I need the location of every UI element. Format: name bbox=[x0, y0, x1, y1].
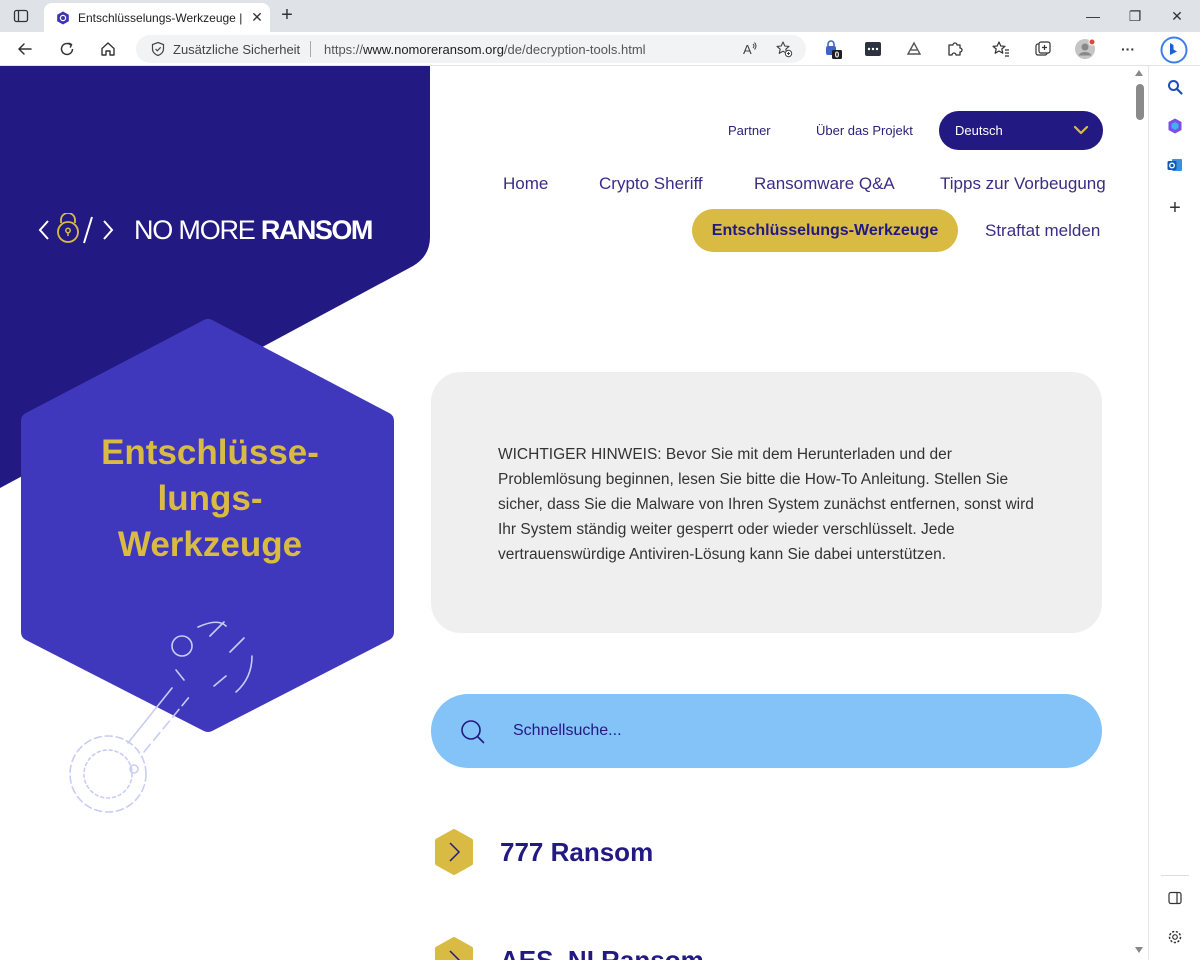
scroll-thumb[interactable] bbox=[1136, 84, 1144, 120]
page-scrollbar[interactable] bbox=[1132, 66, 1148, 960]
sidebar-hide-button[interactable] bbox=[1164, 887, 1186, 909]
search-icon bbox=[461, 720, 485, 744]
extension-terminal-icon bbox=[865, 42, 881, 56]
page-title-line-3: Werkzeuge bbox=[117, 525, 303, 564]
important-notice-box: WICHTIGER HINWEIS: Bevor Sie mit dem Her… bbox=[431, 372, 1102, 633]
sidebar-add-button[interactable]: + bbox=[1164, 197, 1186, 219]
reload-icon bbox=[60, 42, 74, 56]
sidebar-divider bbox=[1161, 875, 1189, 876]
site-logo[interactable]: NO MORE RANSOM bbox=[38, 212, 374, 248]
outlook-icon bbox=[1167, 159, 1182, 171]
extensions-button[interactable] bbox=[944, 38, 966, 60]
language-select-value: Deutsch bbox=[955, 123, 1003, 138]
extension-button-2[interactable] bbox=[862, 38, 884, 60]
chevron-down-icon bbox=[1073, 125, 1089, 135]
site-logo-text: NO MORE RANSOM bbox=[134, 214, 374, 246]
tab-close-button[interactable]: ✕ bbox=[248, 8, 266, 26]
extension-button-1[interactable]: 0 bbox=[822, 38, 844, 60]
nomoreransom-favicon bbox=[57, 11, 69, 25]
back-button[interactable] bbox=[13, 37, 37, 61]
sidebar-office-button[interactable] bbox=[1164, 115, 1186, 137]
quick-search-box[interactable] bbox=[431, 694, 1102, 768]
quick-search-input[interactable] bbox=[513, 716, 1073, 746]
chevron-right-icon bbox=[435, 937, 473, 960]
nav-ransomware-qa-link[interactable]: Ransomware Q&A bbox=[754, 174, 895, 194]
extension-lock-icon: 0 bbox=[826, 40, 842, 60]
url-path: /de/decryption-tools.html bbox=[503, 42, 646, 57]
tab-actions-icon bbox=[13, 9, 29, 23]
window-close-button[interactable]: ✕ bbox=[1162, 4, 1192, 28]
tool-name[interactable]: 777 Ransom bbox=[500, 837, 653, 868]
window-restore-button[interactable]: ❐ bbox=[1120, 4, 1150, 28]
office-icon bbox=[1168, 118, 1182, 134]
settings-more-button[interactable]: ··· bbox=[1117, 38, 1139, 60]
favorites-icon bbox=[992, 41, 1009, 57]
bing-copilot-icon bbox=[1160, 36, 1188, 64]
extension-badge-count: 0 bbox=[835, 51, 840, 60]
new-tab-button[interactable]: + bbox=[276, 4, 298, 26]
active-tab[interactable]: Entschlüsselungs-Werkzeuge | Th ✕ bbox=[44, 3, 270, 32]
star-add-icon bbox=[776, 41, 793, 58]
logo-text-light: NO MORE bbox=[134, 214, 261, 245]
web-page: NO MORE RANSOM Partner Über das Projekt … bbox=[0, 66, 1132, 960]
url-text[interactable]: https://www.nomoreransom.org/de/decrypti… bbox=[324, 42, 646, 57]
url-scheme: https:// bbox=[324, 42, 364, 57]
puzzle-icon bbox=[948, 42, 963, 56]
nav-partner-link[interactable]: Partner bbox=[728, 123, 771, 138]
nav-decryption-tools-link[interactable]: Entschlüsselungs-Werkzeuge bbox=[692, 209, 958, 252]
nav-prevention-link[interactable]: Tipps zur Vorbeugung bbox=[940, 174, 1106, 194]
add-favorite-button[interactable] bbox=[774, 39, 794, 59]
nav-about-link[interactable]: Über das Projekt bbox=[816, 123, 913, 138]
extension-shape-icon bbox=[906, 41, 922, 55]
edge-sidebar: + bbox=[1148, 66, 1200, 960]
extension-button-3[interactable] bbox=[903, 38, 925, 60]
read-aloud-button[interactable]: A bbox=[740, 39, 760, 59]
home-icon bbox=[101, 42, 115, 56]
address-bar[interactable]: Zusätzliche Sicherheit https://www.nomor… bbox=[136, 35, 806, 63]
tool-name[interactable]: AES_NI Ransom bbox=[500, 945, 704, 960]
sidebar-search-button[interactable] bbox=[1164, 76, 1186, 98]
important-notice-text: WICHTIGER HINWEIS: Bevor Sie mit dem Her… bbox=[498, 446, 1034, 563]
read-aloud-icon: A bbox=[743, 42, 757, 57]
scroll-up-arrow[interactable] bbox=[1135, 70, 1143, 76]
address-separator bbox=[310, 41, 311, 57]
copilot-button[interactable] bbox=[1160, 36, 1188, 64]
tab-actions-button[interactable] bbox=[12, 7, 30, 25]
scroll-down-arrow[interactable] bbox=[1135, 947, 1143, 953]
browser-toolbar: Zusätzliche Sicherheit https://www.nomor… bbox=[0, 32, 1200, 66]
logo-text-bold: RANSOM bbox=[260, 214, 374, 245]
nav-home-link[interactable]: Home bbox=[503, 174, 548, 194]
nav-crypto-sheriff-link[interactable]: Crypto Sheriff bbox=[599, 174, 703, 194]
sidebar-outlook-button[interactable] bbox=[1164, 154, 1186, 176]
svg-text:A: A bbox=[743, 42, 752, 57]
back-arrow-icon bbox=[18, 43, 32, 55]
page-title: Entschlüsse- lungs- Werkzeuge bbox=[60, 430, 360, 568]
gear-icon bbox=[1168, 930, 1182, 944]
browser-tab-bar: Entschlüsselungs-Werkzeuge | Th ✕ + — ❐ … bbox=[0, 0, 1200, 32]
window-minimize-button[interactable]: — bbox=[1078, 4, 1108, 28]
nav-report-crime-link[interactable]: Straftat melden bbox=[985, 221, 1100, 241]
chevron-right-icon bbox=[435, 829, 473, 875]
avatar-icon bbox=[1075, 38, 1096, 59]
security-mode-label[interactable]: Zusätzliche Sicherheit bbox=[173, 42, 300, 57]
lock-code-logo-icon bbox=[38, 213, 114, 244]
page-title-line-1: Entschlüsse- bbox=[101, 433, 319, 472]
shield-icon bbox=[151, 41, 165, 57]
search-icon bbox=[1168, 80, 1183, 95]
reload-button[interactable] bbox=[55, 37, 79, 61]
collections-button[interactable] bbox=[1032, 38, 1054, 60]
url-host: www.nomoreransom.org bbox=[363, 42, 504, 57]
collections-icon bbox=[1035, 41, 1051, 56]
home-button[interactable] bbox=[96, 37, 120, 61]
panel-icon bbox=[1168, 891, 1182, 905]
favorites-button[interactable] bbox=[990, 38, 1012, 60]
language-select[interactable]: Deutsch bbox=[939, 111, 1103, 150]
profile-button[interactable] bbox=[1074, 38, 1096, 60]
sidebar-settings-button[interactable] bbox=[1164, 926, 1186, 948]
tab-title: Entschlüsselungs-Werkzeuge | Th bbox=[78, 11, 244, 25]
page-title-line-2: lungs- bbox=[157, 479, 263, 518]
